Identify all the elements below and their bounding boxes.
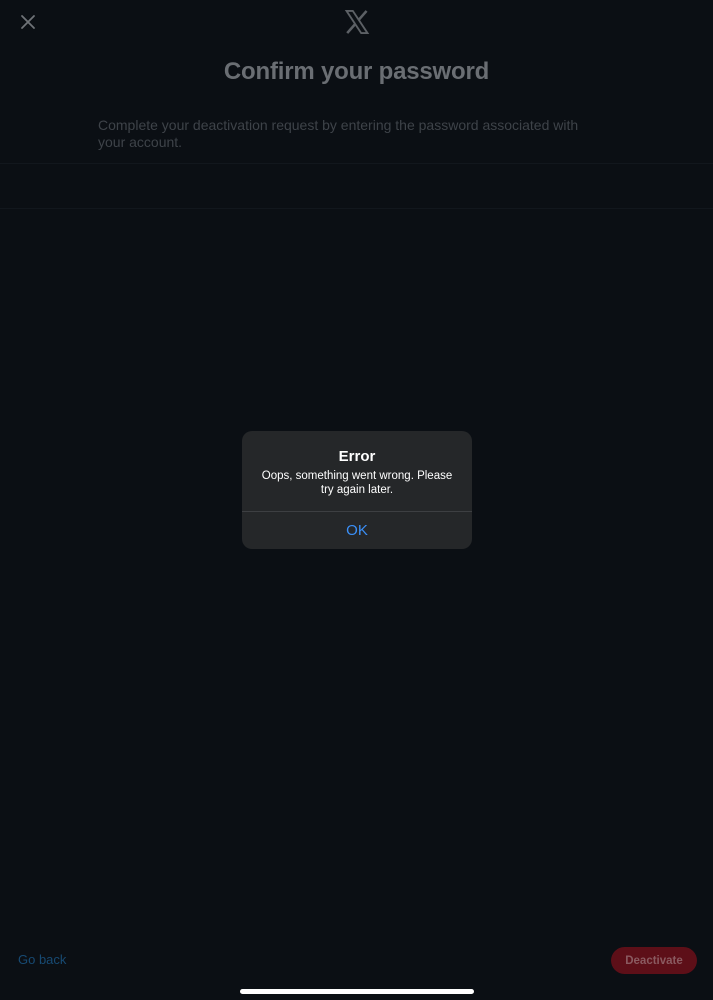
error-alert-dialog: Error Oops, something went wrong. Please… (242, 431, 472, 549)
password-field-container (0, 163, 713, 209)
x-logo-icon (344, 9, 370, 35)
close-icon (21, 15, 35, 29)
password-input[interactable] (0, 164, 713, 208)
deactivate-password-screen: Confirm your password Complete your deac… (0, 0, 713, 1000)
page-description: Complete your deactivation request by en… (98, 117, 579, 150)
alert-message: Oops, something went wrong. Please try a… (261, 470, 453, 496)
go-back-link[interactable]: Go back (18, 952, 66, 967)
home-indicator[interactable] (240, 989, 474, 994)
deactivate-button[interactable]: Deactivate (611, 947, 697, 974)
alert-title: Error (338, 448, 376, 465)
page-title: Confirm your password (223, 58, 490, 85)
close-button[interactable] (14, 8, 42, 36)
ok-button[interactable]: OK (242, 512, 472, 549)
